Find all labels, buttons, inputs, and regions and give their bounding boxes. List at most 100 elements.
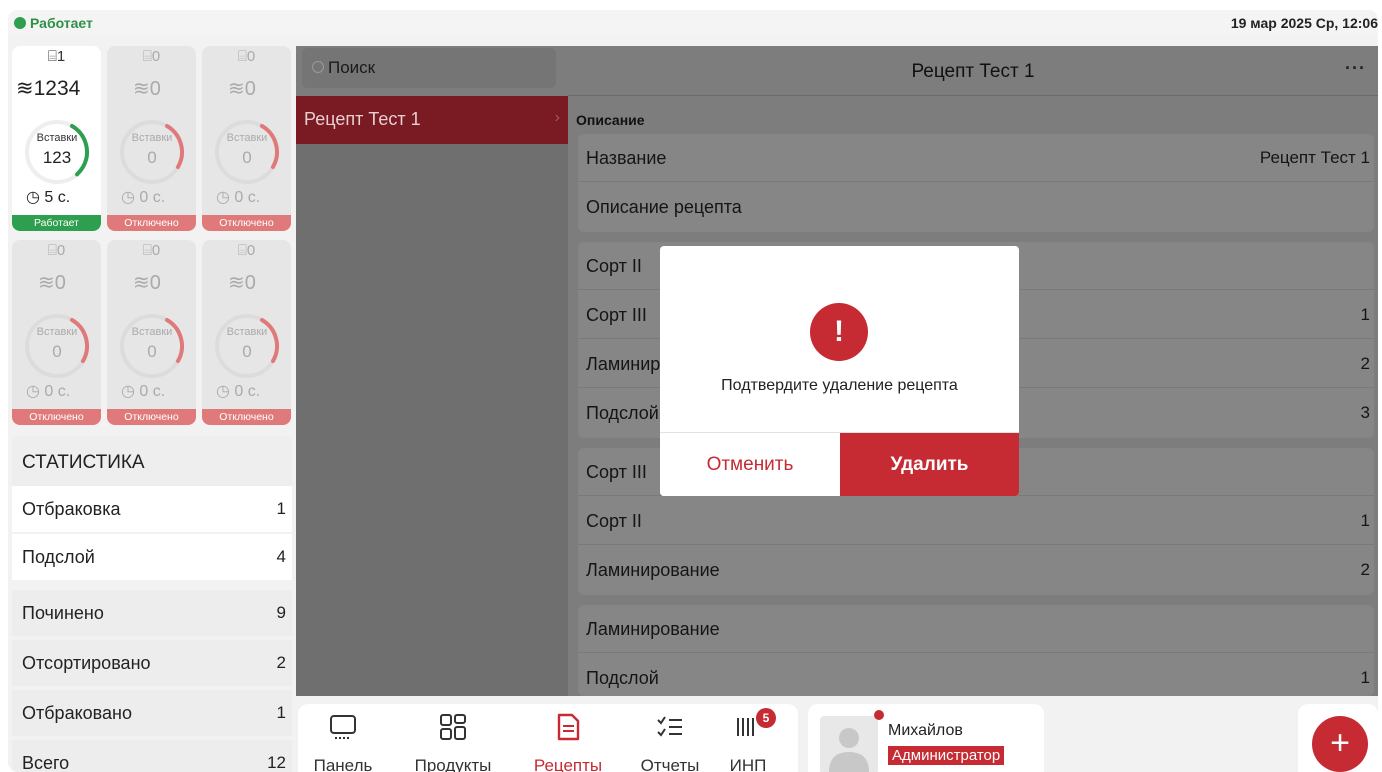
- sort-row[interactable]: Ламинирование: [578, 605, 1374, 653]
- name-value: Рецепт Тест 1: [1259, 148, 1370, 167]
- scan-count: 1: [56, 48, 66, 65]
- nav-item[interactable]: ИНП 5: [718, 704, 778, 772]
- gauge-value: 0: [242, 148, 252, 167]
- stat-label: Всего: [22, 753, 70, 772]
- more-icon[interactable]: ···: [1345, 58, 1366, 79]
- user-name: Михайлов: [888, 722, 963, 739]
- sort-value: 3: [1360, 403, 1370, 422]
- recipe-list-item[interactable]: Рецепт Тест 1 ›: [296, 96, 568, 144]
- stat-value: 1: [276, 499, 286, 518]
- machine-tiles: ⌸1 ≋1234 Вставки 123 ◷ 5 с. Работает ⌸0 ≋0 Встав…: [12, 46, 292, 434]
- gauge-label: Вставки: [131, 132, 173, 144]
- machine-tile[interactable]: ⌸0 ≋0 Вставки 0 ◷ 0 с. Отключено: [107, 46, 196, 231]
- stat-label: Починено: [22, 603, 104, 623]
- machine-tile[interactable]: ⌸0 ≋0 Вставки 0 ◷ 0 с. Отключено: [202, 46, 291, 231]
- clock-icon: ◷: [26, 383, 45, 400]
- stat-row: Отбраковка 1: [12, 486, 292, 532]
- gauge-value: 0: [242, 342, 252, 361]
- statistics-panel: СТАТИСТИКА Отбраковка 1 Подслой 4 Починено 9 О…: [12, 436, 292, 772]
- scan-counter: ⌸0: [107, 242, 196, 259]
- layers-counter: ≋0: [133, 76, 161, 101]
- nav-item[interactable]: Отчеты: [628, 704, 712, 772]
- layers-value: 0: [149, 78, 161, 100]
- machine-tile[interactable]: ⌸0 ≋0 Вставки 0 ◷ 0 с. Отключено: [107, 240, 196, 425]
- sort-label: Сорт III: [586, 462, 647, 482]
- user-role-badge: Администратор: [888, 746, 1005, 765]
- status-datetime: 19 мар 2025 Ср, 12:06: [1230, 15, 1378, 31]
- sort-label: Подслой: [586, 668, 659, 688]
- cycle-time: ◷ 0 с.: [216, 187, 260, 207]
- gauge-label: Вставки: [36, 132, 78, 144]
- gauge-value: 0: [52, 342, 62, 361]
- machine-state-badge: Отключено: [202, 409, 291, 425]
- stat-label: Отсортировано: [22, 653, 151, 673]
- inserts-gauge: Вставки 0: [114, 114, 190, 190]
- scan-counter: ⌸0: [202, 48, 291, 65]
- search-placeholder: Поиск: [328, 58, 376, 77]
- bottom-nav: Панель Продукты Рецепты Отчеты ИНП 5: [298, 704, 798, 772]
- nav-item[interactable]: Рецепты: [520, 704, 616, 772]
- layers-icon: ≋: [38, 272, 55, 294]
- clock-icon: ◷: [216, 189, 235, 206]
- stat-value: 9: [276, 603, 286, 622]
- gauge-label: Вставки: [131, 326, 173, 338]
- gauge-value: 0: [147, 342, 157, 361]
- clock-icon: ◷: [121, 383, 140, 400]
- inserts-gauge: Вставки 0: [209, 308, 285, 384]
- name-label: Название: [586, 148, 667, 168]
- scan-counter: ⌸0: [107, 48, 196, 65]
- gauge-value: 123: [42, 148, 72, 167]
- inserts-gauge: Вставки 123: [19, 114, 95, 190]
- layers-counter: ≋0: [228, 76, 256, 101]
- sort-label: Сорт II: [586, 511, 642, 531]
- cycle-time: ◷ 0 с.: [216, 381, 260, 401]
- clock-icon: ◷: [26, 189, 45, 206]
- recipe-list-item-label: Рецепт Тест 1: [304, 109, 421, 129]
- add-button[interactable]: +: [1312, 716, 1368, 772]
- nav-item[interactable]: Продукты: [398, 704, 508, 772]
- machine-tile[interactable]: ⌸0 ≋0 Вставки 0 ◷ 0 с. Отключено: [12, 240, 101, 425]
- layers-icon: ≋: [133, 78, 150, 100]
- machine-tile[interactable]: ⌸1 ≋1234 Вставки 123 ◷ 5 с. Работает: [12, 46, 101, 231]
- sort-row[interactable]: Подслой 1: [578, 654, 1374, 696]
- grid-icon: [438, 712, 468, 742]
- name-row[interactable]: Название Рецепт Тест 1: [578, 134, 1374, 182]
- gauge-label: Вставки: [36, 326, 78, 338]
- stat-value: 1: [276, 703, 286, 722]
- user-card[interactable]: Михайлов Администратор: [808, 704, 1044, 772]
- sort-row[interactable]: Ламинирование 2: [578, 546, 1374, 594]
- scan-icon: ⌸: [47, 242, 57, 259]
- time-value: 0 с.: [234, 189, 261, 206]
- machine-tile[interactable]: ⌸0 ≋0 Вставки 0 ◷ 0 с. Отключено: [202, 240, 291, 425]
- statistics-title: СТАТИСТИКА: [22, 452, 145, 473]
- cancel-button[interactable]: Отменить: [660, 433, 840, 496]
- sort-row[interactable]: Сорт II 1: [578, 497, 1374, 545]
- nav-item-label: Продукты: [414, 756, 492, 772]
- sort-value: 1: [1360, 305, 1370, 324]
- notification-dot-icon: [874, 710, 884, 720]
- search-input[interactable]: Поиск: [302, 48, 556, 88]
- delete-button[interactable]: Удалить: [840, 433, 1019, 496]
- layers-value: 0: [54, 272, 66, 294]
- time-value: 0 с.: [44, 383, 71, 400]
- gauge-label: Вставки: [226, 326, 268, 338]
- stat-label: Отбраковано: [22, 703, 132, 723]
- machine-state-badge: Работает: [12, 215, 101, 231]
- machine-state-badge: Отключено: [107, 409, 196, 425]
- confirm-delete-dialog: ! Подтвердите удаление рецепта Отменить …: [660, 246, 1019, 496]
- sort-label: Подслой: [586, 403, 659, 423]
- layers-counter: ≋0: [133, 270, 161, 295]
- scan-counter: ⌸1: [12, 48, 101, 65]
- scan-counter: ⌸0: [202, 242, 291, 259]
- sort-value: 1: [1360, 511, 1370, 530]
- inserts-gauge: Вставки 0: [114, 308, 190, 384]
- scan-count: 0: [246, 48, 256, 65]
- monitor-icon: [328, 712, 358, 742]
- description-row[interactable]: Описание рецепта: [578, 183, 1374, 231]
- scan-count: 0: [56, 242, 66, 259]
- nav-item-label: Рецепты: [533, 756, 603, 772]
- cycle-time: ◷ 0 с.: [121, 381, 165, 401]
- layers-icon: ≋: [133, 272, 150, 294]
- nav-item[interactable]: Панель: [308, 704, 378, 772]
- stat-value: 12: [267, 753, 286, 772]
